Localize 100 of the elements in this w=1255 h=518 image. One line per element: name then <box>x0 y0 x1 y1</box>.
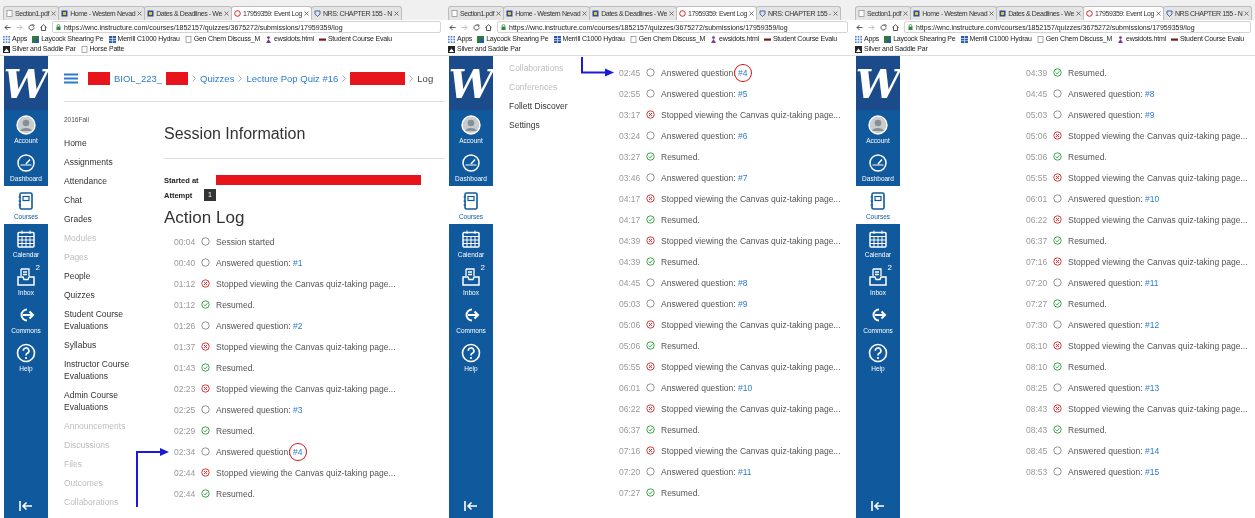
course-nav-link[interactable]: Student Course Evaluations <box>64 304 148 335</box>
log-time: 04:17 <box>619 193 642 204</box>
logo[interactable]: W <box>856 56 900 110</box>
course-nav-link[interactable]: Home <box>64 133 148 152</box>
course-nav-link[interactable]: Chat <box>64 190 148 209</box>
course-nav-link[interactable]: Assignments <box>64 152 148 171</box>
question-link[interactable]: #13 <box>1145 382 1160 393</box>
logo[interactable]: W <box>4 56 48 110</box>
check-circle-icon <box>1053 68 1062 77</box>
close-icon[interactable] <box>223 11 229 16</box>
home-icon[interactable] <box>892 23 899 31</box>
question-link[interactable]: #1 <box>293 257 303 268</box>
course-nav-link[interactable]: Attendance <box>64 171 148 190</box>
notebook-icon <box>461 191 481 211</box>
log-message: Resumed. <box>216 362 255 373</box>
shield-icon <box>758 10 766 17</box>
close-icon[interactable] <box>303 11 309 16</box>
question-link[interactable]: #4 <box>734 63 752 82</box>
x-circle-icon <box>646 110 655 119</box>
log-time: 05:55 <box>619 361 642 372</box>
log-time: 06:01 <box>1026 193 1049 204</box>
course-nav-link[interactable]: Instructor Course Evaluations <box>64 354 148 385</box>
log-time: 05:55 <box>1026 172 1049 183</box>
breadcrumb-link[interactable]: Lecture Pop Quiz #16 <box>246 73 339 84</box>
course-nav-link[interactable]: Syllabus <box>64 335 148 354</box>
question-link[interactable]: #15 <box>1145 466 1160 477</box>
close-icon[interactable] <box>989 11 995 16</box>
question-link[interactable]: #2 <box>293 320 303 331</box>
x-circle-icon <box>1053 404 1062 413</box>
check-circle-icon <box>646 215 655 224</box>
course-nav-link[interactable]: Grades <box>64 209 148 228</box>
question-link[interactable]: #10 <box>738 382 753 393</box>
close-icon[interactable] <box>496 11 502 16</box>
question-link[interactable]: #3 <box>293 404 303 415</box>
calendar-icon <box>461 229 481 249</box>
course-nav-link[interactable]: Admin Course Evaluations <box>64 385 148 416</box>
course-nav-link[interactable]: Quizzes <box>64 285 148 304</box>
log-message: Answered question: #6 <box>661 130 748 141</box>
question-link[interactable]: #14 <box>1145 445 1160 456</box>
question-link[interactable]: #6 <box>738 130 748 141</box>
home-icon[interactable] <box>485 23 492 31</box>
log-time: 06:22 <box>619 403 642 414</box>
log-time: 02:44 <box>174 467 197 478</box>
log-message: Stopped viewing the Canvas quiz-taking page... <box>661 109 841 120</box>
back-arrow-icon[interactable] <box>4 23 11 31</box>
log-time: 01:12 <box>174 278 197 289</box>
close-icon[interactable] <box>137 11 143 16</box>
circle-icon <box>1053 446 1062 455</box>
close-icon[interactable] <box>748 11 754 16</box>
lock-icon <box>501 24 506 30</box>
breadcrumb-link[interactable]: BIOL_223_ <box>114 73 163 84</box>
question-link[interactable]: #5 <box>738 88 748 99</box>
collapse-arrow-icon[interactable] <box>871 500 885 512</box>
circle-icon <box>646 131 655 140</box>
close-icon[interactable] <box>1075 11 1081 16</box>
reload-icon[interactable] <box>880 23 887 31</box>
close-icon[interactable] <box>903 11 909 16</box>
document-icon <box>80 45 88 53</box>
document-icon <box>1036 35 1044 43</box>
close-icon[interactable] <box>51 11 57 16</box>
log-message: Answered question: #5 <box>661 88 748 99</box>
circle-icon <box>1053 89 1062 98</box>
log-message: Resumed. <box>1068 298 1107 309</box>
log-message: Stopped viewing the Canvas quiz-taking page... <box>661 193 841 204</box>
reload-icon[interactable] <box>473 23 480 31</box>
question-link[interactable]: #7 <box>738 172 748 183</box>
question-link[interactable]: #8 <box>1145 88 1155 99</box>
collapse-arrow-icon[interactable] <box>19 500 33 512</box>
close-icon[interactable] <box>582 11 588 16</box>
figure-icon <box>710 35 718 43</box>
log-time: 04:39 <box>619 235 642 246</box>
back-arrow-icon[interactable] <box>449 23 456 31</box>
menu-icon[interactable] <box>64 73 78 84</box>
question-link[interactable]: #9 <box>1145 109 1155 120</box>
question-link[interactable]: #9 <box>738 298 748 309</box>
log-time: 07:27 <box>1026 298 1049 309</box>
course-nav-link[interactable]: Follett Discover <box>509 96 593 115</box>
reload-icon[interactable] <box>28 23 35 31</box>
question-link[interactable]: #10 <box>1145 193 1160 204</box>
collapse-arrow-icon[interactable] <box>464 500 478 512</box>
question-link[interactable]: #12 <box>1145 319 1160 330</box>
back-arrow-icon[interactable] <box>856 23 863 31</box>
course-nav-link[interactable]: Settings <box>509 115 593 134</box>
home-icon[interactable] <box>40 23 47 31</box>
question-link[interactable]: #8 <box>738 277 748 288</box>
question-link[interactable]: #11 <box>738 466 752 477</box>
log-message: Stopped viewing the Canvas quiz-taking page... <box>1068 403 1248 414</box>
close-icon[interactable] <box>668 11 674 16</box>
breadcrumb-link[interactable]: Quizzes <box>200 73 235 84</box>
close-icon[interactable] <box>1244 11 1250 16</box>
log-message: Answered question: #10 <box>661 382 753 393</box>
log-time: 05:06 <box>1026 151 1049 162</box>
course-nav-link[interactable]: People <box>64 266 148 285</box>
question-link[interactable]: #11 <box>1145 277 1159 288</box>
close-icon[interactable] <box>1155 11 1161 16</box>
close-icon[interactable] <box>832 11 838 16</box>
close-icon[interactable] <box>393 11 399 16</box>
logo[interactable]: W <box>449 56 493 110</box>
question-link[interactable]: #4 <box>289 442 307 461</box>
inbox-tray-icon <box>16 267 36 287</box>
